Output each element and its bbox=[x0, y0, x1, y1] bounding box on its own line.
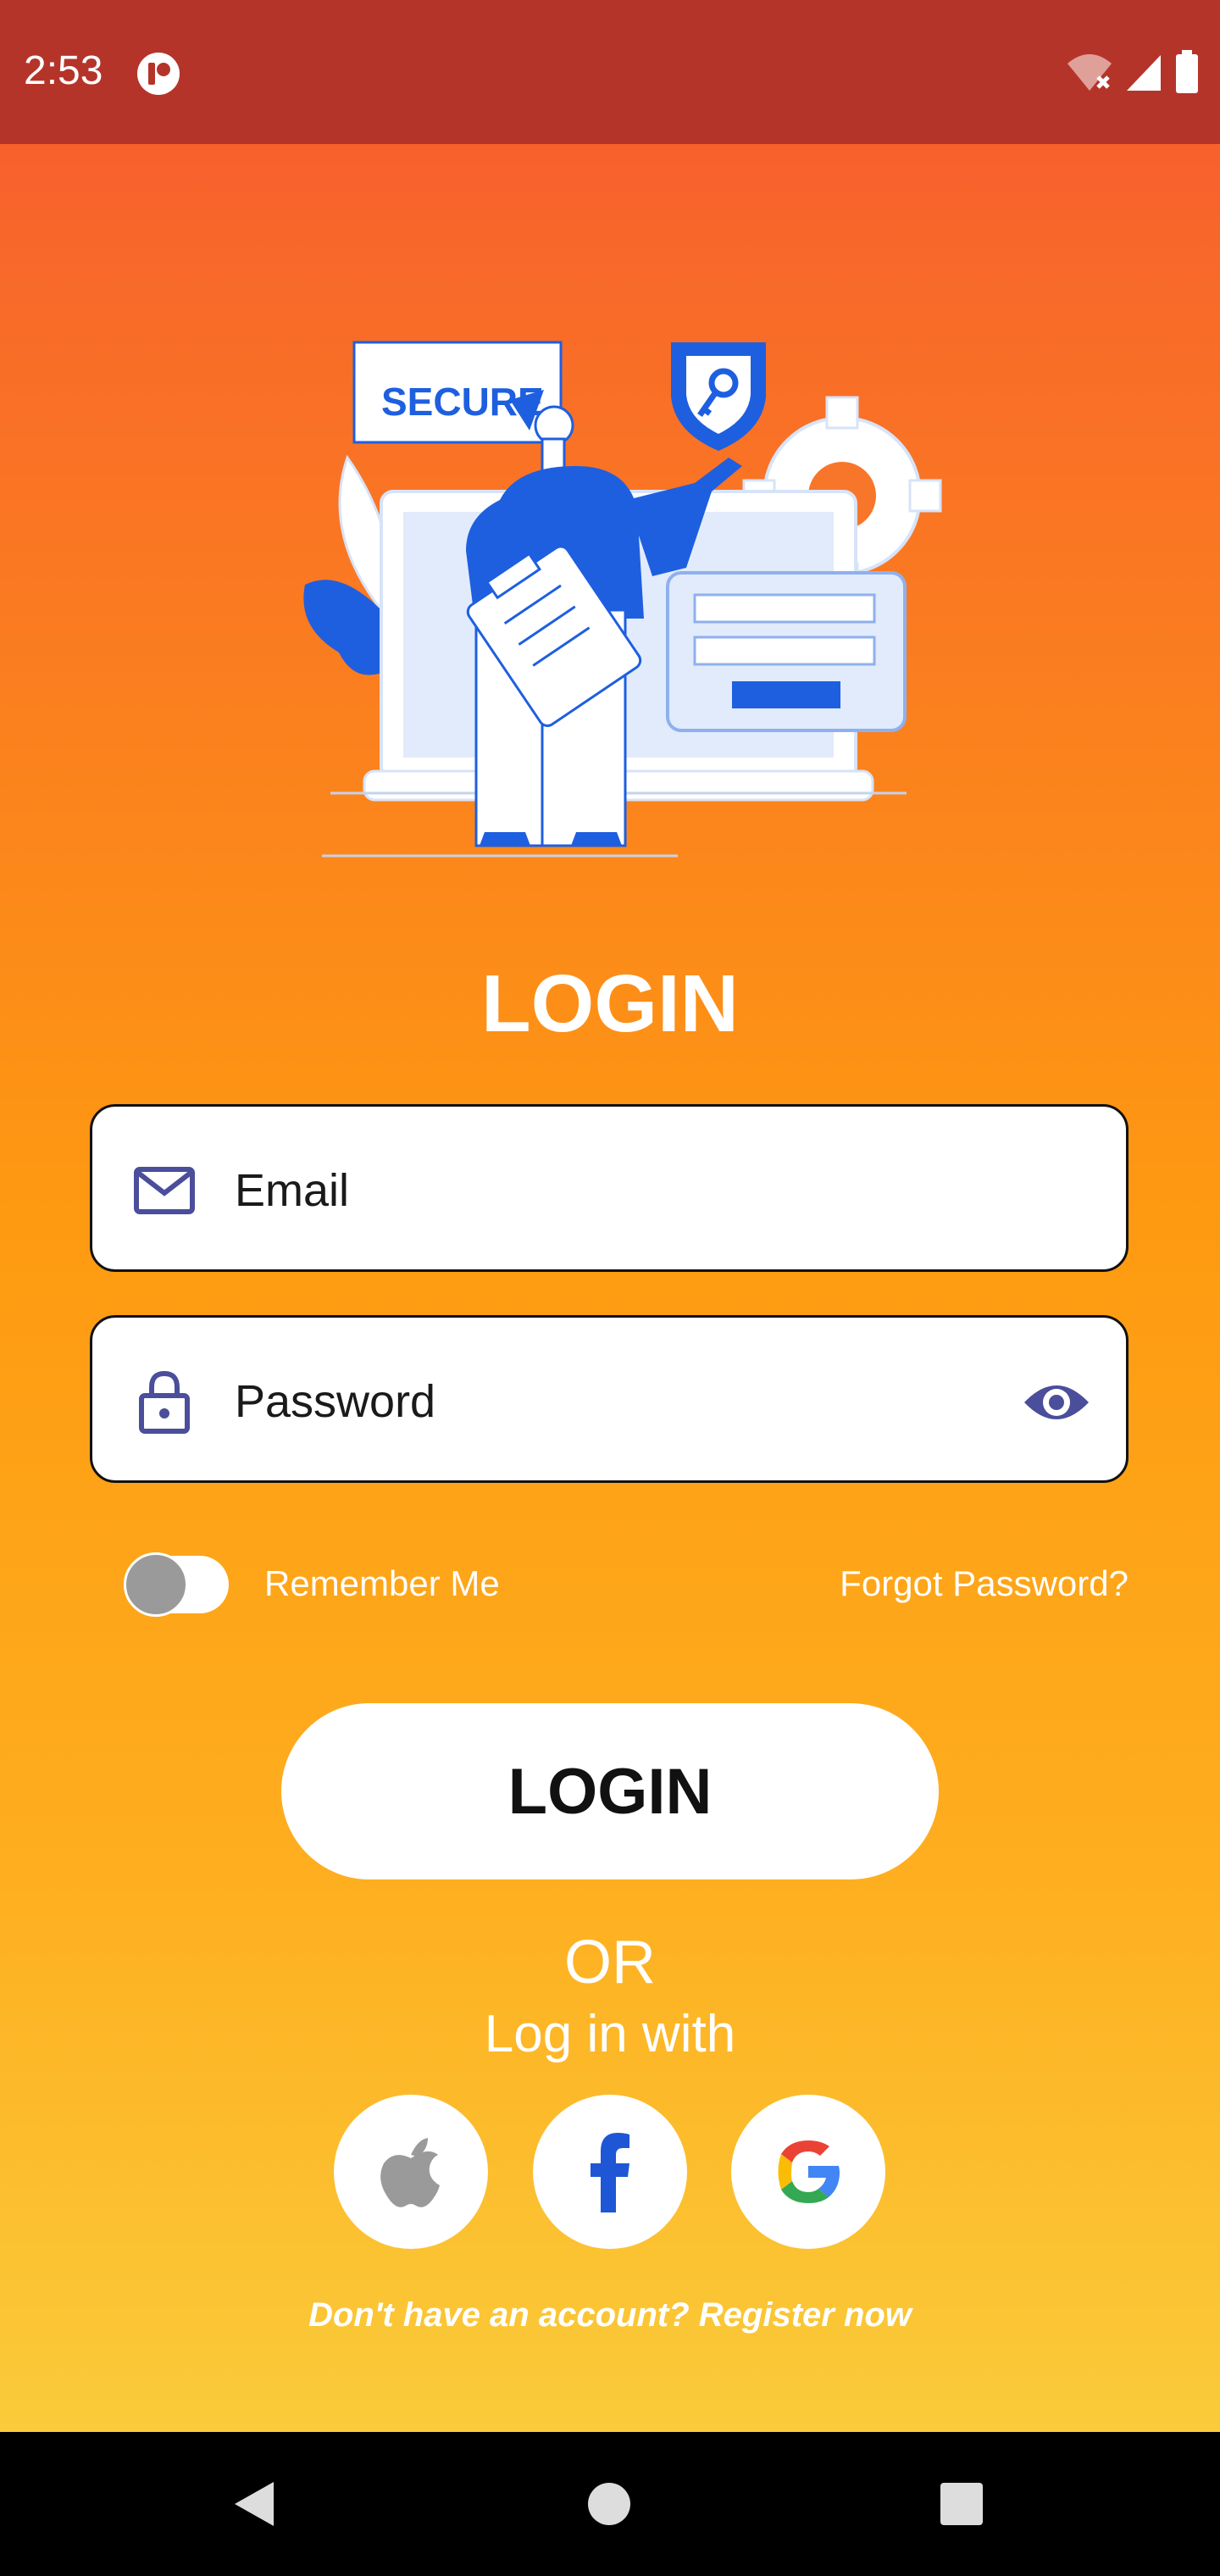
login-with-text: Log in with bbox=[484, 2005, 736, 2063]
or-divider-text: OR bbox=[564, 1929, 656, 1996]
mail-icon bbox=[134, 1167, 195, 1214]
home-button[interactable] bbox=[571, 2466, 647, 2542]
apple-icon bbox=[380, 2138, 440, 2207]
status-time: 2:53 bbox=[24, 48, 103, 93]
recents-button[interactable] bbox=[923, 2466, 1000, 2542]
apple-login-button[interactable] bbox=[334, 2095, 488, 2249]
register-now-link[interactable]: Register now bbox=[699, 2296, 912, 2334]
cell-signal-icon bbox=[1127, 55, 1161, 91]
password-field[interactable] bbox=[90, 1315, 1128, 1483]
password-input[interactable] bbox=[233, 1360, 999, 1443]
toggle-knob bbox=[124, 1552, 188, 1617]
eye-icon[interactable] bbox=[1021, 1370, 1092, 1435]
facebook-icon bbox=[591, 2133, 629, 2212]
wifi-off-icon bbox=[1068, 54, 1112, 91]
battery-icon bbox=[1176, 50, 1198, 93]
page-title: LOGIN bbox=[481, 958, 739, 1049]
home-circle-icon bbox=[588, 2483, 630, 2525]
remember-me-label: Remember Me bbox=[264, 1563, 500, 1603]
login-screen: 2:53 SECURE LOGIN Email Remember Me Forg… bbox=[0, 0, 1220, 2576]
login-button[interactable]: LOGIN bbox=[281, 1703, 939, 1879]
register-prompt: Don't have an account? Register now bbox=[0, 2296, 1220, 2334]
status-icons bbox=[1066, 49, 1200, 95]
google-login-button[interactable] bbox=[731, 2095, 885, 2249]
recents-square-icon bbox=[940, 2483, 983, 2525]
forgot-password-link[interactable]: Forgot Password? bbox=[840, 1563, 1128, 1604]
app-notification-icon bbox=[137, 53, 180, 95]
google-icon bbox=[778, 2140, 840, 2203]
back-triangle-icon bbox=[235, 2482, 274, 2526]
email-field[interactable] bbox=[90, 1104, 1128, 1272]
back-button[interactable] bbox=[215, 2466, 291, 2542]
security-illustration: SECURE bbox=[303, 341, 942, 858]
facebook-login-button[interactable] bbox=[533, 2095, 687, 2249]
navigation-bar bbox=[0, 2432, 1220, 2576]
remember-me-toggle[interactable] bbox=[124, 1552, 229, 1617]
status-bar: 2:53 bbox=[0, 0, 1220, 144]
lock-icon bbox=[139, 1370, 190, 1434]
email-input[interactable] bbox=[233, 1149, 999, 1232]
register-prompt-text: Don't have an account? bbox=[308, 2296, 690, 2334]
